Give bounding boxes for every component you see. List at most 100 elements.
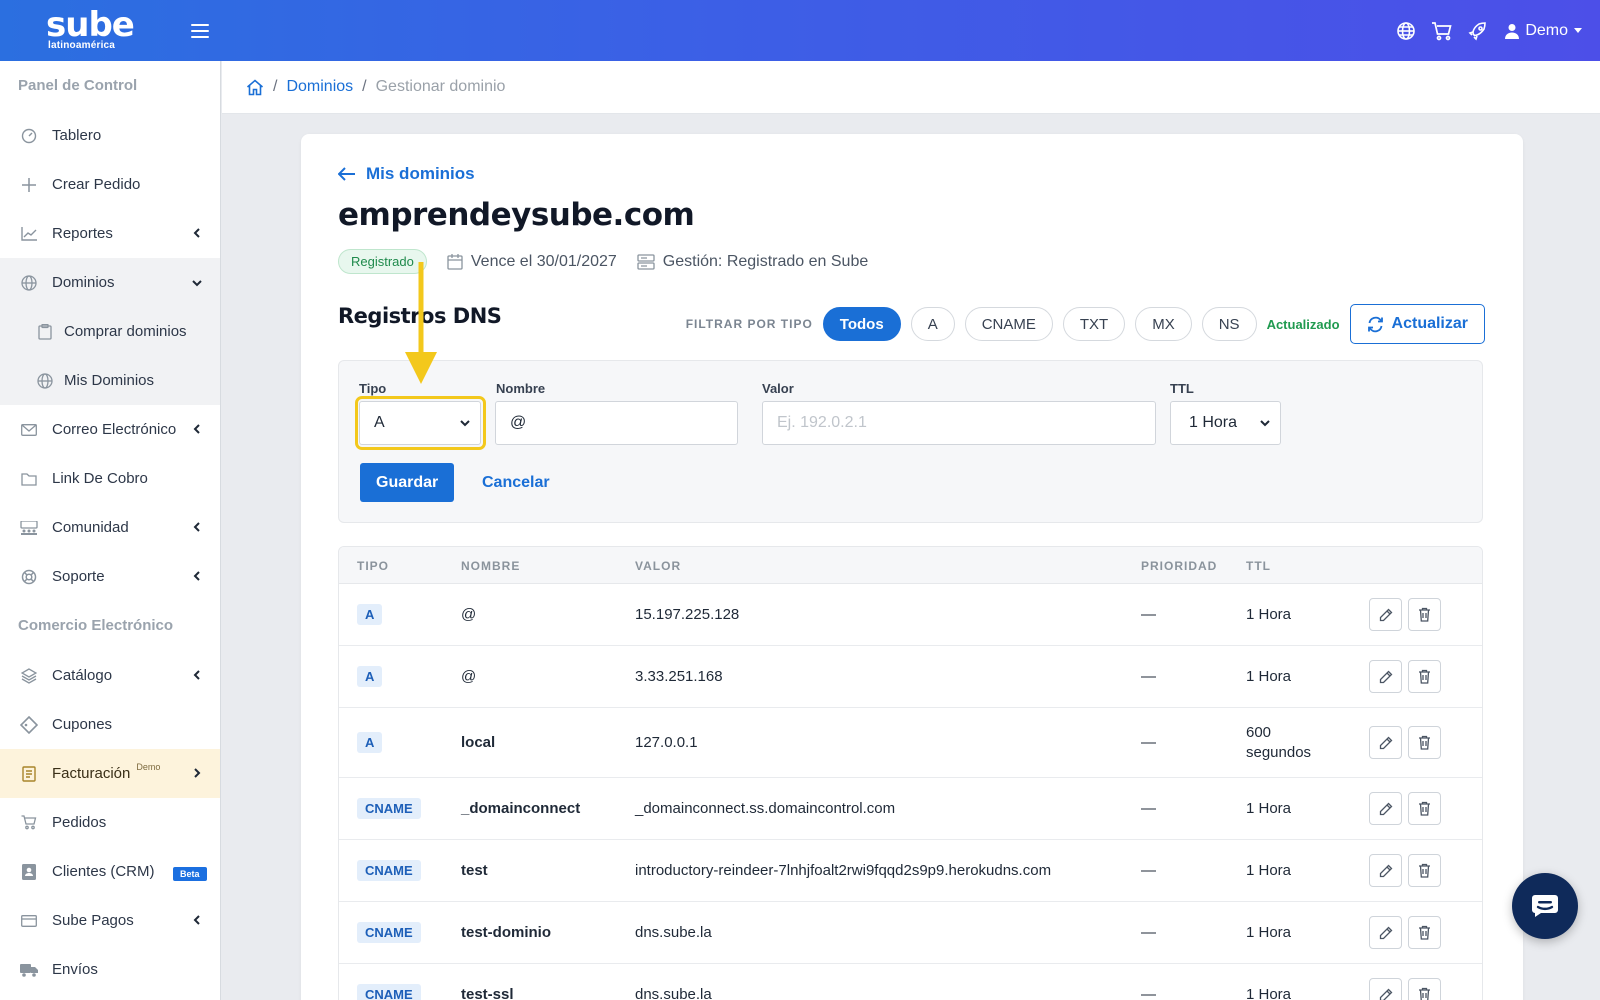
breadcrumb-dominios[interactable]: Dominios	[286, 78, 353, 96]
record-ttl: 1 Hora	[1246, 862, 1292, 879]
sidebar-item-soporte[interactable]: Soporte	[0, 552, 220, 601]
record-value: dns.sube.la	[635, 986, 712, 1000]
sidebar-item-label: Mis Dominios	[64, 372, 155, 389]
filter-ns[interactable]: NS	[1201, 307, 1257, 341]
record-type-badge: A	[357, 666, 383, 687]
record-priority: —	[1141, 862, 1156, 879]
edit-record-button[interactable]	[1369, 916, 1402, 949]
pencil-icon	[1379, 608, 1392, 621]
sidebar-item-link-cobro[interactable]: Link De Cobro	[0, 454, 220, 503]
edit-record-button[interactable]	[1369, 978, 1402, 1000]
refresh-button[interactable]: Actualizar	[1349, 304, 1485, 344]
trash-icon	[1419, 669, 1430, 684]
sidebar-item-label: Comunidad	[52, 519, 129, 536]
record-type-badge: CNAME	[357, 798, 421, 819]
sidebar-item-envios[interactable]: Envíos	[0, 945, 220, 994]
record-ttl: 1 Hora	[1246, 986, 1292, 1000]
pencil-icon	[1379, 670, 1392, 683]
filter-mx[interactable]: MX	[1135, 307, 1192, 341]
cancel-button[interactable]: Cancelar	[482, 463, 550, 502]
edit-record-button[interactable]	[1369, 726, 1402, 759]
chevron-left-icon	[193, 424, 200, 434]
lifebuoy-icon	[20, 568, 38, 586]
record-name: local	[461, 734, 496, 751]
home-icon[interactable]	[246, 78, 264, 96]
sidebar-item-cupones[interactable]: Cupones	[0, 700, 220, 749]
record-name: test-ssl	[461, 986, 514, 1000]
sidebar-item-catalogo[interactable]: Catálogo	[0, 651, 220, 700]
filter-txt[interactable]: TXT	[1062, 307, 1126, 341]
valor-placeholder: Ej. 192.0.2.1	[777, 414, 867, 431]
back-to-domains-link[interactable]: Mis dominios	[338, 164, 475, 184]
nombre-value: @	[510, 414, 527, 431]
cart-icon[interactable]	[1431, 20, 1453, 42]
filter-a[interactable]: A	[910, 307, 955, 341]
record-value: dns.sube.la	[635, 924, 712, 941]
pencil-icon	[1379, 988, 1392, 1000]
expiry-text: Vence el 30/01/2027	[470, 252, 617, 270]
delete-record-button[interactable]	[1408, 916, 1441, 949]
ttl-select[interactable]: 1 Hora	[1170, 401, 1281, 445]
sidebar-item-mis-dominios[interactable]: Mis Dominios	[0, 356, 220, 405]
record-name: @	[461, 606, 477, 623]
delete-record-button[interactable]	[1408, 598, 1441, 631]
delete-record-button[interactable]	[1408, 660, 1441, 693]
sidebar-item-pedidos[interactable]: Pedidos	[0, 798, 220, 847]
record-priority: —	[1141, 924, 1156, 941]
sidebar-item-tablero[interactable]: Tablero	[0, 111, 220, 160]
chevron-left-icon	[193, 522, 200, 532]
filter-todos[interactable]: Todos	[822, 307, 901, 341]
sidebar-item-dominios[interactable]: Dominios	[0, 258, 220, 307]
user-menu[interactable]: Demo	[1505, 22, 1582, 40]
contacts-icon	[20, 863, 38, 881]
record-name: _domainconnect	[461, 800, 581, 817]
sidebar-item-label: Reportes	[52, 225, 113, 242]
sidebar-item-facturacion[interactable]: Facturación Demo	[0, 749, 220, 798]
record-priority: —	[1141, 606, 1156, 623]
sidebar-item-label: Dominios	[52, 274, 115, 291]
save-button[interactable]: Guardar	[360, 463, 455, 502]
sidebar-item-clientes[interactable]: Clientes (CRM) Beta	[0, 847, 220, 896]
sidebar-item-crear-pedido[interactable]: Crear Pedido	[0, 160, 220, 209]
refresh-icon	[1367, 316, 1383, 332]
sidebar-item-comunidad[interactable]: Comunidad	[0, 503, 220, 552]
table-body: A @15.197.225.128 — 1 Hora A @3.33.251.168 — 1 …	[339, 584, 1482, 1000]
layers-icon	[20, 667, 38, 685]
filter-cname[interactable]: CNAME	[964, 307, 1053, 341]
edit-record-button[interactable]	[1369, 854, 1402, 887]
user-icon	[1505, 23, 1520, 39]
chevron-down-icon	[192, 280, 202, 287]
edit-record-button[interactable]	[1369, 792, 1402, 825]
delete-record-button[interactable]	[1408, 726, 1441, 759]
globe-icon[interactable]	[1395, 20, 1417, 42]
management-info: Gestión: Registrado en Sube	[637, 253, 868, 271]
edit-record-button[interactable]	[1369, 660, 1402, 693]
rocket-icon[interactable]	[1467, 20, 1489, 42]
brand-logo[interactable]: sube latinoamérica	[46, 8, 136, 54]
record-ttl: 1 Hora	[1246, 668, 1292, 685]
ttl-label: TTL	[1170, 381, 1194, 396]
menu-toggle-icon[interactable]	[191, 24, 209, 38]
valor-input[interactable]: Ej. 192.0.2.1	[762, 401, 1156, 445]
delete-record-button[interactable]	[1408, 854, 1441, 887]
record-ttl: 1 Hora	[1246, 606, 1292, 623]
record-value: 15.197.225.128	[635, 606, 740, 623]
record-priority: —	[1141, 800, 1156, 817]
trash-icon	[1419, 801, 1430, 816]
sidebar-item-label: Facturación	[52, 765, 131, 782]
delete-record-button[interactable]	[1408, 978, 1441, 1000]
sidebar-item-comprar-dominios[interactable]: Comprar dominios	[0, 307, 220, 356]
record-ttl: 1 Hora	[1246, 924, 1292, 941]
chat-button[interactable]	[1512, 873, 1578, 939]
sidebar-item-sube-pagos[interactable]: Sube Pagos	[0, 896, 220, 945]
record-value: introductory-reindeer-7lnhjfoalt2rwi9fqq…	[635, 862, 1052, 879]
refresh-label: Actualizar	[1391, 315, 1468, 332]
back-label: Mis dominios	[366, 164, 475, 183]
sidebar-item-correo[interactable]: Correo Electrónico	[0, 405, 220, 454]
trash-icon	[1419, 863, 1430, 878]
record-ttl: 1 Hora	[1246, 800, 1292, 817]
nombre-input[interactable]: @	[495, 401, 738, 445]
edit-record-button[interactable]	[1369, 598, 1402, 631]
delete-record-button[interactable]	[1408, 792, 1441, 825]
sidebar-item-reportes[interactable]: Reportes	[0, 209, 220, 258]
